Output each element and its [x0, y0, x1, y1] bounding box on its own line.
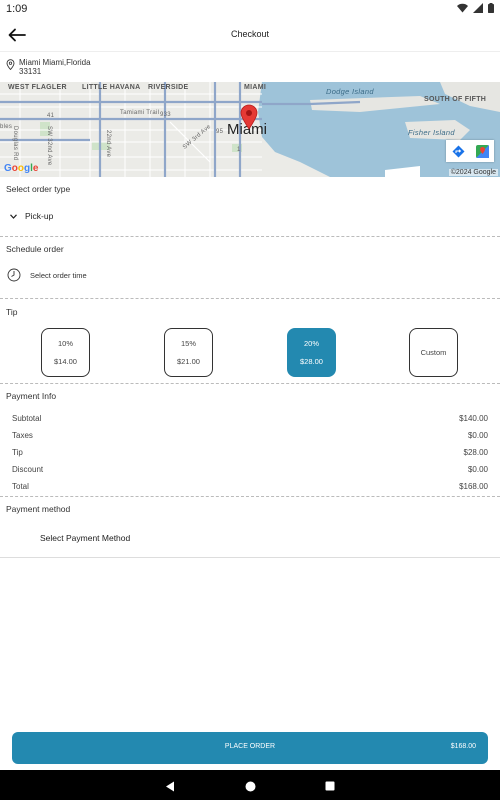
system-nav-bar — [0, 770, 500, 800]
triangle-back-icon — [166, 781, 174, 791]
map-label-west-flagler: WEST FLAGLER — [8, 84, 67, 91]
map-label-tamiami: Tamiami Trail — [120, 110, 160, 116]
row-value: $140.00 — [459, 414, 488, 423]
map-view[interactable]: WEST FLAGLER LITTLE HAVANA RIVERSIDE MIA… — [0, 82, 500, 177]
tip-percent: 20% — [303, 339, 319, 348]
row-value: $0.00 — [467, 431, 488, 440]
map-label-miami-small: MIAMI — [244, 84, 267, 91]
tip-option-20[interactable]: 20% $28.00 — [287, 328, 336, 377]
row-value: $168.00 — [459, 482, 488, 491]
select-order-time-label: Select order time — [30, 270, 87, 280]
map-label-r1: 1 — [237, 147, 241, 153]
map-label-sw22: 22nd Ave — [105, 130, 111, 158]
map-toolbar — [446, 140, 494, 162]
location-pin-icon — [6, 59, 15, 70]
divider — [0, 496, 500, 497]
map-label-little-havana: LITTLE HAVANA — [82, 84, 141, 91]
nav-recents-button[interactable] — [323, 779, 337, 793]
square-recents-icon — [325, 781, 335, 791]
row-label: Subtotal — [12, 414, 42, 423]
payment-method-title: Payment method — [6, 504, 71, 514]
row-value: $0.00 — [467, 465, 488, 474]
tip-amount: $21.00 — [177, 357, 200, 366]
map-label-dodge-island: Dodge Island — [326, 87, 374, 96]
tip-amount: $14.00 — [54, 357, 77, 366]
status-bar: 1:09 — [0, 0, 500, 18]
tip-percent: 15% — [180, 339, 196, 348]
google-logo: Google — [4, 163, 39, 174]
payment-row-total: Total $168.00 — [12, 482, 488, 491]
divider — [0, 383, 500, 384]
tip-option-custom[interactable]: Custom — [409, 328, 458, 377]
divider — [0, 236, 500, 237]
battery-icon — [488, 3, 494, 13]
map-label-r41: 41 — [47, 113, 55, 119]
directions-button[interactable] — [446, 140, 470, 162]
select-payment-method-button[interactable]: Select Payment Method — [40, 533, 130, 543]
payment-row-discount: Discount $0.00 — [12, 465, 488, 474]
address-line2: 33131 — [19, 67, 42, 76]
tip-percent: 10% — [57, 339, 73, 348]
map-label-ples: bles — [0, 124, 13, 130]
place-order-label: PLACE ORDER — [224, 743, 276, 750]
wifi-icon — [457, 3, 468, 13]
google-maps-icon — [475, 144, 489, 158]
page-title: Checkout — [230, 29, 270, 39]
place-order-price: $168.00 — [450, 743, 476, 750]
divider — [0, 298, 500, 299]
tip-title: Tip — [6, 307, 18, 317]
clock-icon — [7, 268, 21, 282]
map-label-fisher-island: Fisher Island — [408, 128, 455, 137]
status-time: 1:09 — [6, 3, 28, 15]
map-label-riverside: RIVERSIDE — [148, 84, 189, 91]
payment-row-tip: Tip $28.00 — [12, 448, 488, 457]
tip-amount: $28.00 — [300, 357, 323, 366]
payment-row-subtotal: Subtotal $140.00 — [12, 414, 488, 423]
nav-home-button[interactable] — [243, 779, 257, 793]
schedule-title: Schedule order — [6, 244, 64, 254]
tip-option-15[interactable]: 15% $21.00 — [164, 328, 213, 377]
tip-custom-label: Custom — [420, 348, 447, 357]
status-icons — [457, 3, 494, 13]
tip-option-10[interactable]: 10% $14.00 — [41, 328, 90, 377]
map-label-sw32: SW 32nd Ave — [46, 126, 52, 166]
divider — [0, 557, 500, 558]
order-type-title: Select order type — [6, 184, 71, 194]
map-copyright: ©2024 Google — [448, 169, 498, 176]
row-label: Tip — [12, 448, 23, 457]
row-label: Discount — [12, 465, 44, 474]
order-type-value: Pick-up — [25, 211, 54, 221]
circle-home-icon — [245, 781, 255, 791]
map-label-r95: 95 — [216, 129, 224, 135]
payment-info-title: Payment Info — [6, 391, 57, 401]
map-label-south-of-fifth: SOUTH OF FIFTH — [424, 96, 487, 103]
map-label-r933: 933 — [160, 112, 171, 118]
place-order-button[interactable]: PLACE ORDER $168.00 — [12, 732, 488, 764]
row-label: Total — [12, 482, 29, 491]
row-value: $28.00 — [463, 448, 488, 457]
directions-icon — [452, 145, 464, 157]
address-line1: Miami Miami,Florida — [19, 58, 91, 67]
app-bar: Checkout — [0, 18, 500, 52]
row-label: Taxes — [12, 431, 33, 440]
select-order-time-button[interactable]: Select order time — [7, 268, 87, 282]
map-label-douglas: Douglas Rd — [12, 126, 18, 161]
open-maps-button[interactable] — [470, 140, 494, 162]
order-type-dropdown[interactable]: Pick-up — [10, 211, 53, 221]
chevron-down-icon — [10, 213, 17, 219]
delivery-address: Miami Miami,Florida 33131 — [6, 58, 91, 76]
nav-back-button[interactable] — [163, 779, 177, 793]
signal-icon — [473, 3, 483, 13]
map-marker-icon[interactable] — [240, 104, 258, 130]
payment-row-taxes: Taxes $0.00 — [12, 431, 488, 440]
